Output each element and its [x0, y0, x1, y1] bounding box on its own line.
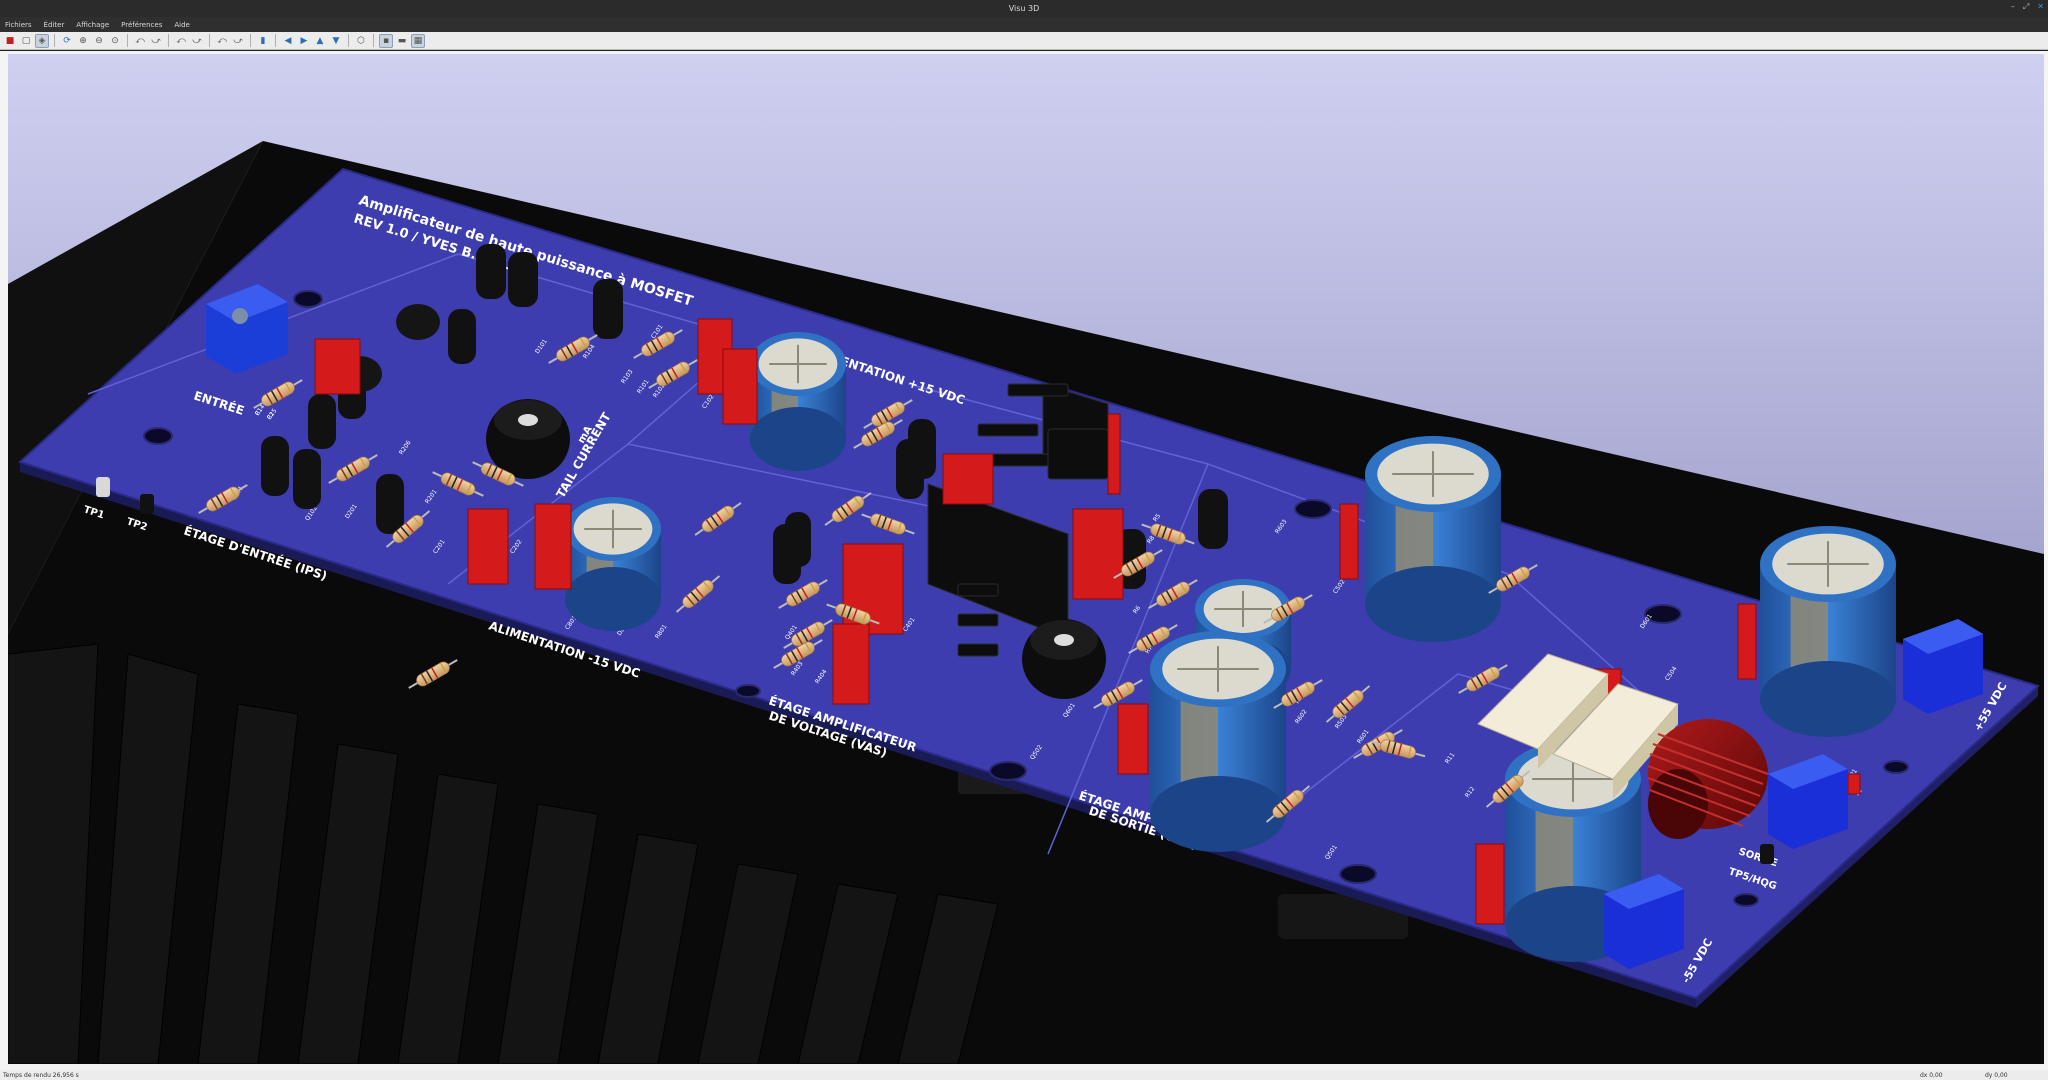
dy-readout: dy 0,00	[1985, 1072, 2008, 1079]
3d-viewport[interactable]: Amplificateur de haute puissance à MOSFE…	[8, 54, 2044, 1064]
electrolytic-capacitor	[1760, 526, 1896, 737]
pan-down-icon[interactable]: ▼	[329, 34, 343, 48]
render-icon[interactable]: ■	[3, 34, 17, 48]
toolbar-separator	[348, 34, 349, 47]
toolbar-separator	[250, 34, 251, 47]
show-virtual-icon[interactable]: ▦	[411, 33, 425, 48]
toolbar-separator	[275, 34, 276, 47]
flip-board-icon[interactable]: ▮	[256, 34, 270, 48]
electrolytic-capacitor	[1150, 631, 1286, 852]
window-title: Visu 3D	[1008, 4, 1040, 13]
menu-aide[interactable]: Aide	[174, 21, 189, 29]
copy-image-icon[interactable]: ▢	[19, 34, 33, 48]
electrolytic-capacitor	[565, 497, 661, 631]
zoom-out-icon[interactable]: ⊖	[92, 34, 106, 48]
pan-right-icon[interactable]: ▶	[297, 34, 311, 48]
orthographic-icon[interactable]: ⬡	[354, 34, 368, 48]
dx-readout: dx 0,00	[1920, 1072, 1943, 1079]
show-smd-icon[interactable]: ▬	[395, 34, 409, 48]
toolbar-separator	[54, 34, 55, 47]
rotate-z-neg-icon[interactable]: ⤻	[231, 34, 245, 48]
window-titlebar: Visu 3D – ⤢ ✕	[0, 0, 2048, 17]
toolbar-separator	[168, 34, 169, 47]
rotate-y-neg-icon[interactable]: ⤻	[190, 34, 204, 48]
reload-icon[interactable]: ⟳	[60, 34, 74, 48]
toolbar-separator	[127, 34, 128, 47]
rotate-x-neg-icon[interactable]: ⤻	[149, 34, 163, 48]
zoom-in-icon[interactable]: ⊕	[76, 34, 90, 48]
zoom-fit-icon[interactable]: ⊙	[108, 34, 122, 48]
menu-bar: Fichiers Éditer Affichage Préférences Ai…	[0, 17, 2048, 32]
toolbar-separator	[209, 34, 210, 47]
close-button[interactable]: ✕	[2037, 2, 2044, 12]
show-tht-icon[interactable]: ▪	[379, 33, 393, 48]
raytrace-icon[interactable]: ◈	[35, 33, 49, 48]
viewport-frame: Amplificateur de haute puissance à MOSFE…	[0, 51, 2048, 1070]
status-bar: Temps de rendu 26,956 s dx 0,00 dy 0,00	[0, 1070, 2048, 1080]
minimize-button[interactable]: –	[2011, 2, 2015, 12]
rotate-x-icon[interactable]: ⤺	[133, 34, 147, 48]
electrolytic-capacitor	[1365, 436, 1501, 642]
maximize-button[interactable]: ⤢	[2023, 2, 2029, 12]
menu-preferences[interactable]: Préférences	[121, 21, 162, 29]
menu-editer[interactable]: Éditer	[44, 21, 65, 29]
electrolytic-capacitor	[750, 332, 846, 471]
rotate-y-icon[interactable]: ⤺	[174, 34, 188, 48]
menu-affichage[interactable]: Affichage	[76, 21, 109, 29]
window-controls: – ⤢ ✕	[2011, 2, 2044, 12]
rotate-z-icon[interactable]: ⤺	[215, 34, 229, 48]
menu-fichiers[interactable]: Fichiers	[5, 21, 32, 29]
render-time: Temps de rendu 26,956 s	[3, 1072, 79, 1079]
toolbar-separator	[373, 34, 374, 47]
toolbar: ■ ▢ ◈ ⟳ ⊕ ⊖ ⊙ ⤺ ⤻ ⤺ ⤻ ⤺ ⤻ ▮ ◀ ▶ ▲ ▼ ⬡ ▪ …	[0, 32, 2048, 50]
pan-up-icon[interactable]: ▲	[313, 34, 327, 48]
pan-left-icon[interactable]: ◀	[281, 34, 295, 48]
